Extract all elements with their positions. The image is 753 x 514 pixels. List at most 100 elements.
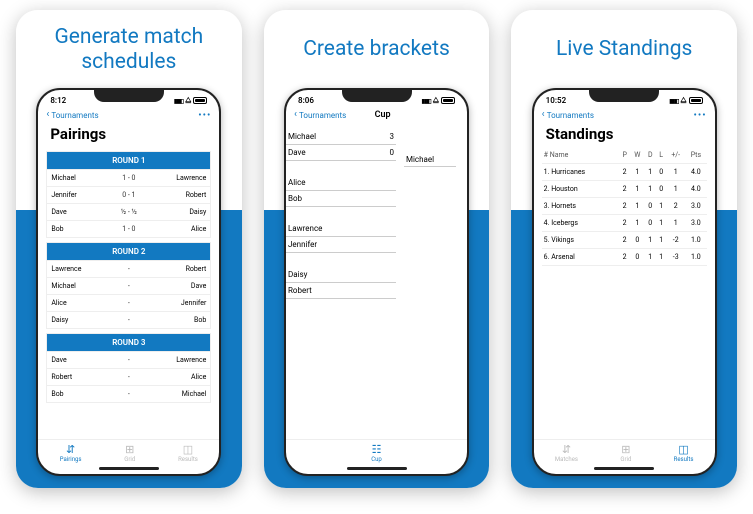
pairing-row[interactable]: Jennifer0 - 1Robert xyxy=(46,187,211,204)
tab-label: Cup xyxy=(371,456,382,463)
pairing-row[interactable]: Michael1 - 0Lawrence xyxy=(46,170,211,187)
table-row[interactable]: 6. Arsenal2011-31.0 xyxy=(542,249,707,266)
player-left: Lawrence xyxy=(51,265,103,273)
pairing-row[interactable]: Alice-Jennifer xyxy=(46,295,211,312)
bracket-match[interactable]: AliceBob xyxy=(286,175,467,207)
status-indicators xyxy=(174,95,207,105)
cell: 1 xyxy=(645,249,656,266)
pairing-row[interactable]: Bob1 - 0Alice xyxy=(46,221,211,238)
bracket-player-row: Daisy xyxy=(286,267,396,283)
tab-bar: ⇵Matches ⊞Grid ◫Results xyxy=(534,439,715,465)
cell: 2 xyxy=(619,249,630,266)
tab-cup[interactable]: ☷Cup xyxy=(371,444,382,463)
bracket-match[interactable]: LawrenceJennifer xyxy=(286,221,467,253)
table-row[interactable]: 5. Vikings2011-21.0 xyxy=(542,232,707,249)
more-button[interactable]: ••• xyxy=(198,110,211,121)
tab-icon: ◫ xyxy=(183,444,193,455)
cell: 1 xyxy=(656,249,666,266)
cell: 1 xyxy=(645,181,656,198)
player-score: 3 xyxy=(390,132,395,141)
player-right: Alice xyxy=(155,373,207,381)
player-left: Daisy xyxy=(51,316,103,324)
cell: 1 xyxy=(645,164,656,181)
player-name: Jennifer xyxy=(288,240,317,249)
back-label: Tournaments xyxy=(51,111,98,120)
cell: 2. Houston xyxy=(542,181,619,198)
cell: 2 xyxy=(619,164,630,181)
tab-grid[interactable]: ⊞Grid xyxy=(620,444,631,463)
cell: 1 xyxy=(656,198,666,215)
score: 0 - 1 xyxy=(103,191,155,199)
tab-matches[interactable]: ⇵Matches xyxy=(555,444,578,463)
standings-table: # NamePWDL+/-Pts1. Hurricanes211014.02. … xyxy=(542,147,707,266)
pairing-row[interactable]: Dave½ - ½Daisy xyxy=(46,204,211,221)
cell: 2 xyxy=(666,198,685,215)
screenshot-gallery: Generate match schedules 8:12 ‹ Tourname… xyxy=(0,0,753,498)
cell: 5. Vikings xyxy=(542,232,619,249)
chevron-left-icon: ‹ xyxy=(542,110,545,120)
more-button[interactable]: ••• xyxy=(694,110,707,121)
tab-bar: ⇵Pairings ⊞Grid ◫Results xyxy=(38,439,219,465)
column-header: Pts xyxy=(685,147,707,164)
back-button[interactable]: ‹ Tournaments xyxy=(542,110,594,120)
tab-label: Pairings xyxy=(60,456,82,463)
notch xyxy=(589,90,659,102)
tab-icon: ⊞ xyxy=(621,444,630,455)
pairing-row[interactable]: Bob-Michael xyxy=(46,386,211,403)
pairings-content[interactable]: ROUND 1Michael1 - 0LawrenceJennifer0 - 1… xyxy=(38,147,219,439)
tab-grid[interactable]: ⊞Grid xyxy=(124,444,135,463)
table-row[interactable]: 2. Houston211014.0 xyxy=(542,181,707,198)
back-button[interactable]: ‹ Tournaments xyxy=(294,110,346,120)
player-left: Dave xyxy=(51,356,103,364)
tab-pairings[interactable]: ⇵Pairings xyxy=(60,444,82,463)
cell: -2 xyxy=(666,232,685,249)
pairing-row[interactable]: Dave-Lawrence xyxy=(46,352,211,369)
bracket-player-row: Bob xyxy=(286,191,396,207)
player-left: Jennifer xyxy=(51,191,103,199)
player-left: Michael xyxy=(51,282,103,290)
column-header: W xyxy=(630,147,644,164)
tab-icon: ⇵ xyxy=(66,444,75,455)
cell: 0 xyxy=(645,215,656,232)
standings-content[interactable]: # NamePWDL+/-Pts1. Hurricanes211014.02. … xyxy=(534,147,715,439)
page-title: Pairings xyxy=(38,123,219,147)
player-right: Lawrence xyxy=(155,356,207,364)
player-name: Dave xyxy=(288,148,306,157)
score: - xyxy=(103,373,155,381)
player-name: Michael xyxy=(288,132,316,141)
table-row[interactable]: 3. Hornets210123.0 xyxy=(542,198,707,215)
cell: 1.0 xyxy=(685,249,707,266)
player-left: Michael xyxy=(51,174,103,182)
notch xyxy=(342,90,412,102)
status-time: 8:12 xyxy=(50,96,66,105)
bracket-content[interactable]: Michael3Dave0AliceBobLawrenceJenniferDai… xyxy=(286,123,467,439)
bracket-player-row: Jennifer xyxy=(286,237,396,253)
status-indicators xyxy=(669,95,702,105)
battery-icon xyxy=(441,97,455,104)
status-indicators xyxy=(422,95,455,105)
player-right: Robert xyxy=(155,191,207,199)
tab-icon: ☷ xyxy=(372,444,382,455)
player-right: Robert xyxy=(155,265,207,273)
back-button[interactable]: ‹ Tournaments xyxy=(46,110,98,120)
pairing-row[interactable]: Michael-Dave xyxy=(46,278,211,295)
signal-icon xyxy=(422,96,431,105)
cell: 1 xyxy=(645,232,656,249)
pairing-row[interactable]: Daisy-Bob xyxy=(46,312,211,329)
tab-label: Matches xyxy=(555,456,578,463)
table-row[interactable]: 1. Hurricanes211014.0 xyxy=(542,164,707,181)
bracket-match[interactable]: DaisyRobert xyxy=(286,267,467,299)
tab-results[interactable]: ◫Results xyxy=(674,444,694,463)
notch xyxy=(94,90,164,102)
table-row[interactable]: 4. Icebergs210113.0 xyxy=(542,215,707,232)
tab-results[interactable]: ◫Results xyxy=(178,444,198,463)
pairing-row[interactable]: Robert-Alice xyxy=(46,369,211,386)
score: - xyxy=(103,356,155,364)
player-right: Bob xyxy=(155,316,207,324)
pairing-row[interactable]: Lawrence-Robert xyxy=(46,261,211,278)
page-title: Standings xyxy=(534,123,715,147)
wifi-icon xyxy=(680,95,686,105)
round-header: ROUND 1 xyxy=(46,151,211,170)
bracket-winner[interactable]: Michael xyxy=(404,153,456,167)
player-name: Bob xyxy=(288,194,302,203)
